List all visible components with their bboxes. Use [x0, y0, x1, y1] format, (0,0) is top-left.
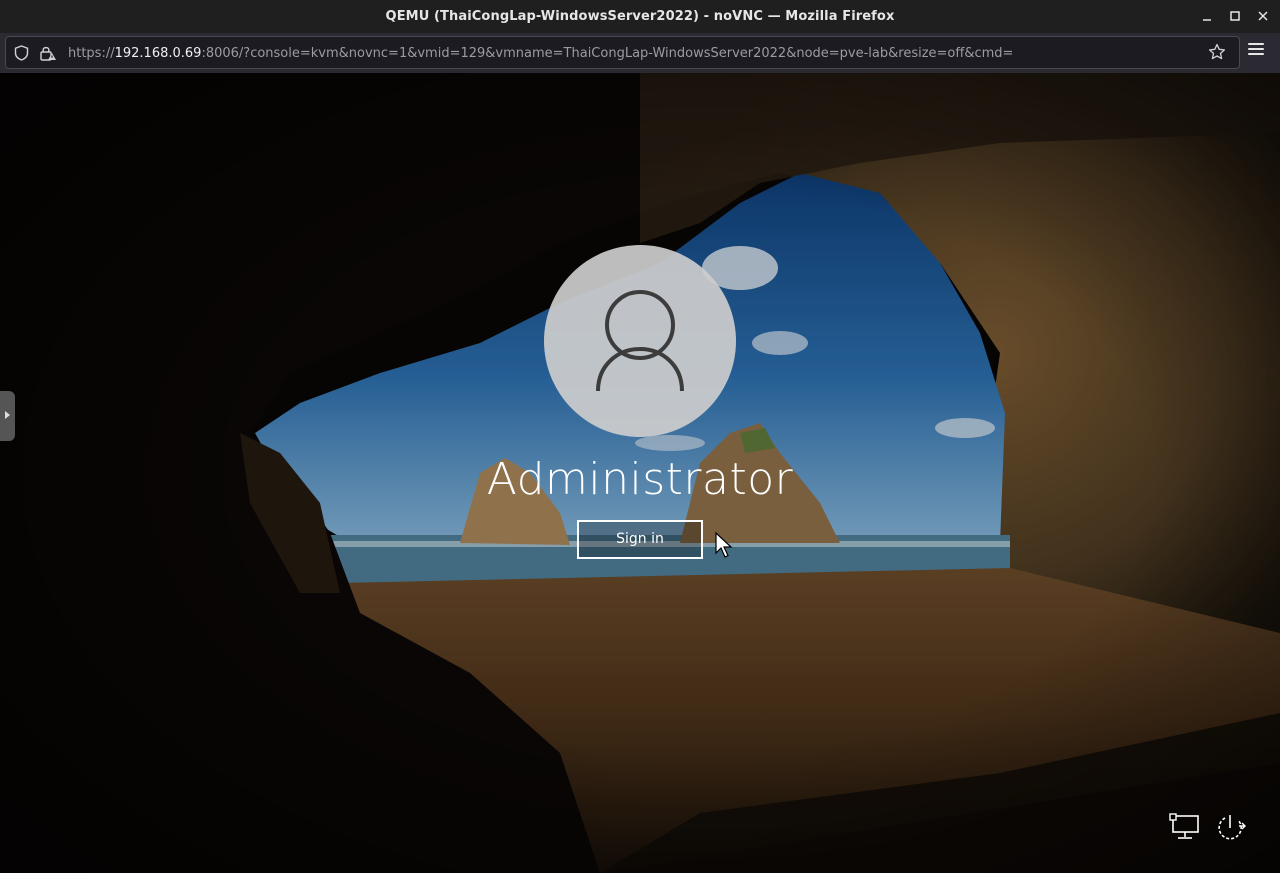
network-icon[interactable] — [1168, 813, 1200, 841]
minimize-icon[interactable] — [1200, 9, 1214, 23]
vnc-remote-screen[interactable]: Administrator Sign in — [0, 73, 1280, 873]
user-icon — [596, 290, 684, 392]
lock-icon[interactable] — [39, 44, 57, 62]
bookmark-star-icon[interactable] — [1208, 43, 1226, 61]
user-avatar — [544, 245, 736, 437]
shield-icon[interactable] — [14, 45, 29, 61]
window-title: QEMU (ThaiCongLap-WindowsServer2022) - n… — [385, 9, 895, 24]
power-icon[interactable] — [1214, 813, 1248, 843]
url-scheme: https:// — [68, 46, 115, 61]
browser-title-bar: QEMU (ThaiCongLap-WindowsServer2022) - n… — [0, 0, 1280, 33]
maximize-icon[interactable] — [1228, 9, 1242, 23]
novnc-control-bar-handle[interactable] — [0, 391, 15, 441]
sign-in-button[interactable]: Sign in — [577, 520, 703, 559]
hamburger-menu-icon[interactable] — [1248, 43, 1264, 57]
url-text[interactable]: https://192.168.0.69:8006/?console=kvm&n… — [68, 46, 1013, 61]
url-bar[interactable]: https://192.168.0.69:8006/?console=kvm&n… — [5, 36, 1240, 69]
close-icon[interactable] — [1256, 9, 1270, 23]
mouse-pointer-icon — [715, 531, 733, 558]
navigation-bar: https://192.168.0.69:8006/?console=kvm&n… — [0, 33, 1280, 73]
url-host: 192.168.0.69 — [114, 46, 202, 61]
expand-arrow-icon — [5, 411, 10, 419]
username-label: Administrator — [486, 454, 794, 505]
url-path: :8006/?console=kvm&novnc=1&vmid=129&vmna… — [201, 46, 1014, 61]
